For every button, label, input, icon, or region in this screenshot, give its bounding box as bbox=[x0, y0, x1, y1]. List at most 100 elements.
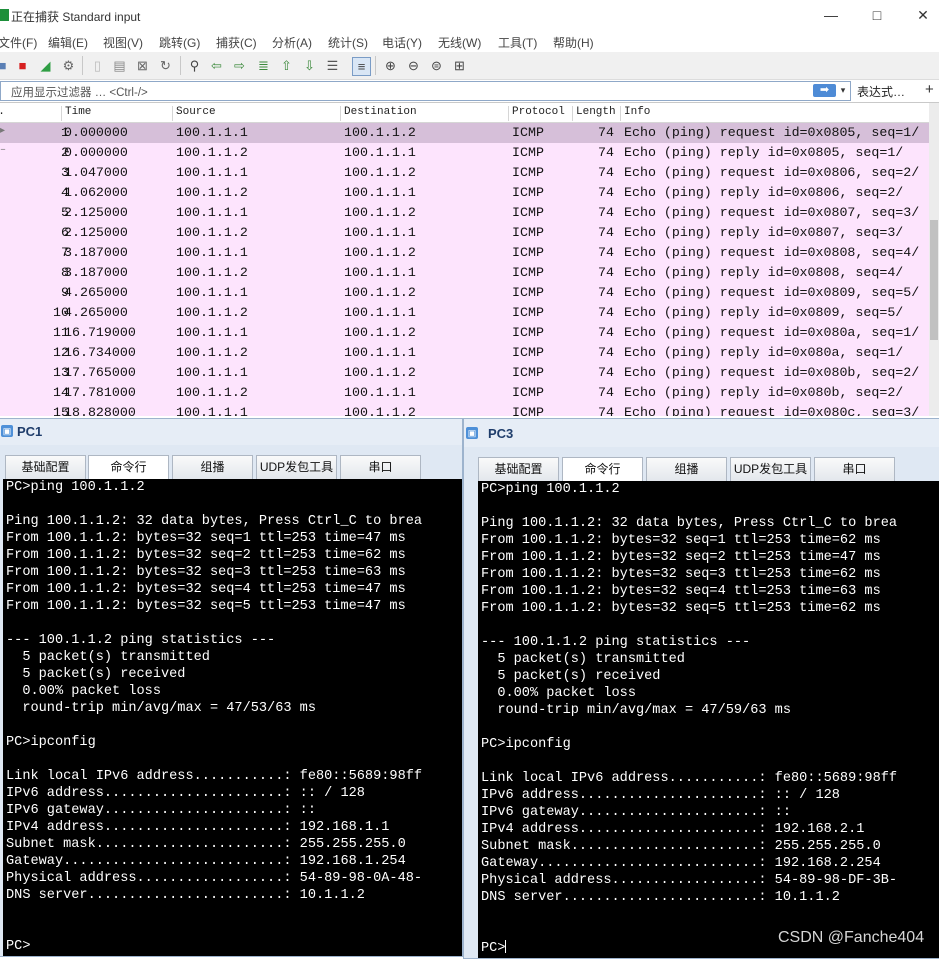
cell-info: Echo (ping) reply id=0x0809, seq=5/ bbox=[624, 305, 904, 320]
zoom-out-icon[interactable]: ⊖ bbox=[405, 57, 422, 74]
minimize-button[interactable]: — bbox=[808, 2, 854, 28]
scrollbar-thumb[interactable] bbox=[930, 220, 938, 340]
console-line: 0.00% packet loss bbox=[481, 686, 636, 701]
packet-row[interactable]: 8 3.187000 100.1.1.2 100.1.1.1 ICMP 74 Echo (p… bbox=[0, 263, 929, 283]
cell-time: 1.047000 bbox=[64, 165, 128, 180]
col-destination[interactable]: Destination bbox=[340, 106, 508, 121]
packet-row[interactable]: 6 2.125000 100.1.1.2 100.1.1.1 ICMP 74 Echo (p… bbox=[0, 223, 929, 243]
packet-row[interactable]: 15 18.828000 100.1.1.1 100.1.1.2 ICMP 74 Echo … bbox=[0, 403, 929, 416]
interface-icon[interactable]: ■ bbox=[0, 57, 11, 74]
maximize-button[interactable]: □ bbox=[854, 2, 900, 28]
reload-file-icon[interactable]: ↻ bbox=[157, 57, 174, 74]
console-line: round-trip min/avg/max = 47/53/63 ms bbox=[6, 701, 316, 716]
open-file-icon[interactable]: ▯ bbox=[89, 57, 106, 74]
close-button[interactable]: ✕ bbox=[900, 2, 939, 28]
col-source[interactable]: Source bbox=[172, 106, 340, 121]
expression-button[interactable]: 表达式… bbox=[857, 83, 905, 100]
autoscroll-icon[interactable]: ☰ bbox=[324, 57, 341, 74]
go-back-icon[interactable]: ⇦ bbox=[208, 57, 225, 74]
console-line: PC>ping 100.1.1.2 bbox=[481, 482, 620, 497]
col-no[interactable]: No. bbox=[0, 106, 61, 121]
menu-help[interactable]: 帮助(H) bbox=[553, 34, 594, 51]
save-file-icon[interactable]: ▤ bbox=[111, 57, 128, 74]
find-packet-icon[interactable]: ⚲ bbox=[186, 57, 203, 74]
apply-filter-arrow-icon[interactable]: ➡ bbox=[813, 84, 836, 97]
packet-row[interactable]: 10 4.265000 100.1.1.2 100.1.1.1 ICMP 74 Echo (… bbox=[0, 303, 929, 323]
cell-protocol: ICMP bbox=[512, 205, 544, 220]
go-to-packet-icon[interactable]: ≣ bbox=[255, 57, 272, 74]
col-length[interactable]: Length bbox=[572, 106, 620, 121]
cell-destination: 100.1.1.1 bbox=[344, 185, 416, 200]
cell-length: 74 bbox=[598, 285, 614, 300]
col-info[interactable]: Info bbox=[620, 106, 924, 121]
col-time[interactable]: Time bbox=[61, 106, 173, 121]
go-forward-icon[interactable]: ⇨ bbox=[231, 57, 248, 74]
capture-options-icon[interactable]: ⚙ bbox=[60, 57, 77, 74]
cell-length: 74 bbox=[598, 125, 614, 140]
tab-serial[interactable]: 串口 bbox=[340, 455, 421, 479]
packet-row[interactable]: 7 3.187000 100.1.1.1 100.1.1.2 ICMP 74 Echo (p… bbox=[0, 243, 929, 263]
pc1-console[interactable]: PC>ping 100.1.1.2 Ping 100.1.1.2: 32 data… bbox=[3, 479, 462, 956]
stop-capture-icon[interactable]: ■ bbox=[14, 57, 31, 74]
tab-udp-tool[interactable]: UDP发包工具 bbox=[256, 455, 337, 479]
tab-basic-config[interactable]: 基础配置 bbox=[5, 455, 86, 479]
cell-length: 74 bbox=[598, 145, 614, 160]
wireshark-titlebar: 正在捕获 Standard input — □ ✕ bbox=[0, 0, 939, 31]
tab-serial[interactable]: 串口 bbox=[814, 457, 895, 481]
packet-row[interactable]: 14 17.781000 100.1.1.2 100.1.1.1 ICMP 74 Echo … bbox=[0, 383, 929, 403]
last-packet-icon[interactable]: ⇩ bbox=[301, 57, 318, 74]
cell-time: 17.781000 bbox=[64, 385, 136, 400]
resize-columns-icon[interactable]: ⊞ bbox=[451, 57, 468, 74]
menu-view[interactable]: 视图(V) bbox=[103, 34, 143, 51]
packet-row[interactable]: 9 4.265000 100.1.1.1 100.1.1.2 ICMP 74 Echo (p… bbox=[0, 283, 929, 303]
close-file-icon[interactable]: ⊠ bbox=[134, 57, 151, 74]
packet-row[interactable]: –2 0.000000 100.1.1.2 100.1.1.1 ICMP 74 Echo (… bbox=[0, 143, 929, 163]
packet-row[interactable]: 13 17.765000 100.1.1.1 100.1.1.2 ICMP 74 Echo … bbox=[0, 363, 929, 383]
menu-analyze[interactable]: 分析(A) bbox=[272, 34, 312, 51]
menu-go[interactable]: 跳转(G) bbox=[159, 34, 200, 51]
packet-row[interactable]: 4 1.062000 100.1.1.2 100.1.1.1 ICMP 74 Echo (p… bbox=[0, 183, 929, 203]
menu-statistics[interactable]: 统计(S) bbox=[328, 34, 368, 51]
tab-multicast[interactable]: 组播 bbox=[646, 457, 727, 481]
menu-telephony[interactable]: 电话(Y) bbox=[382, 34, 422, 51]
menu-file[interactable]: 文件(F) bbox=[0, 34, 37, 51]
packet-list-scrollbar[interactable] bbox=[929, 103, 939, 416]
tab-basic-config[interactable]: 基础配置 bbox=[478, 457, 559, 481]
filter-history-chevron-icon[interactable]: ▾ bbox=[837, 83, 849, 98]
col-protocol[interactable]: Protocol bbox=[508, 106, 572, 121]
window-title: 正在捕获 Standard input bbox=[11, 10, 141, 24]
cell-time: 0.000000 bbox=[64, 145, 128, 160]
cell-source: 100.1.1.1 bbox=[176, 325, 248, 340]
pc3-console[interactable]: PC>ping 100.1.1.2 Ping 100.1.1.2: 32 data… bbox=[478, 481, 939, 958]
tab-command-line[interactable]: 命令行 bbox=[562, 457, 643, 481]
colorize-icon[interactable]: ≡ bbox=[352, 57, 371, 76]
packet-row[interactable]: ▸ 1 0.000000 100.1.1.1 100.1.1.2 ICMP 74 Echo (… bbox=[0, 123, 929, 143]
console-line: 5 packet(s) transmitted bbox=[481, 652, 685, 667]
cell-source: 100.1.1.2 bbox=[176, 385, 248, 400]
console-line: PC>ping 100.1.1.2 bbox=[6, 480, 145, 495]
cell-time: 3.187000 bbox=[64, 265, 128, 280]
packet-row[interactable]: 12 16.734000 100.1.1.2 100.1.1.1 ICMP 74 Echo … bbox=[0, 343, 929, 363]
menu-capture[interactable]: 捕获(C) bbox=[216, 34, 257, 51]
display-filter-input[interactable]: 应用显示过滤器 … <Ctrl-/> ➡ ▾ bbox=[0, 81, 851, 101]
tab-udp-tool[interactable]: UDP发包工具 bbox=[730, 457, 811, 481]
menu-edit[interactable]: 编辑(E) bbox=[48, 34, 88, 51]
cell-protocol: ICMP bbox=[512, 145, 544, 160]
packet-row[interactable]: 3 1.047000 100.1.1.1 100.1.1.2 ICMP 74 Echo (p… bbox=[0, 163, 929, 183]
menu-wireless[interactable]: 无线(W) bbox=[438, 34, 481, 51]
add-filter-button[interactable]: + bbox=[925, 81, 934, 98]
tab-command-line[interactable]: 命令行 bbox=[88, 455, 169, 479]
menu-tools[interactable]: 工具(T) bbox=[498, 34, 537, 51]
first-packet-icon[interactable]: ⇧ bbox=[278, 57, 295, 74]
cell-length: 74 bbox=[598, 365, 614, 380]
zoom-in-icon[interactable]: ⊕ bbox=[382, 57, 399, 74]
tab-multicast[interactable]: 组播 bbox=[172, 455, 253, 479]
console-line: Gateway...........................: 192.… bbox=[481, 856, 881, 871]
zoom-reset-icon[interactable]: ⊜ bbox=[428, 57, 445, 74]
packet-row[interactable]: 5 2.125000 100.1.1.1 100.1.1.2 ICMP 74 Echo (p… bbox=[0, 203, 929, 223]
restart-capture-icon[interactable]: ◢ bbox=[37, 57, 54, 74]
packet-row[interactable]: 11 16.719000 100.1.1.1 100.1.1.2 ICMP 74 Echo … bbox=[0, 323, 929, 343]
